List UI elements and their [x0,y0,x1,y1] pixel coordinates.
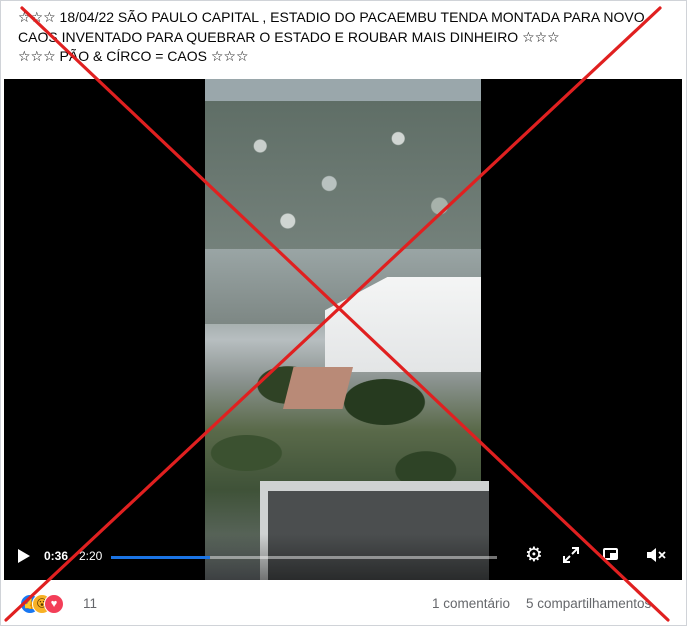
post-footer: 👍 😮 ♥ 11 1 comentário 5 compartilhamento… [0,588,687,622]
video-houses [205,101,481,251]
picture-in-picture-icon[interactable] [599,543,623,567]
progress-bar[interactable] [111,556,497,559]
comments-link[interactable]: 1 comentário [432,596,510,611]
reaction-icons[interactable]: 👍 😮 ♥ [20,594,78,614]
gear-icon[interactable]: ⚙ [522,543,546,567]
love-icon: ♥ [44,594,64,614]
video-player[interactable]: 0:36 2:20 ⚙ [4,79,682,580]
reaction-count[interactable]: 11 [83,596,97,611]
video-controls: 0:36 2:20 ⚙ [4,534,682,580]
video-frame [205,79,489,580]
shares-link[interactable]: 5 compartilhamentos [526,596,651,611]
video-trees [205,334,481,504]
play-icon[interactable] [18,549,30,563]
expand-icon[interactable] [559,543,583,567]
total-time: 2:20 [79,549,103,563]
progress-fill [111,556,211,559]
post-caption: ☆☆☆ 18/04/22 SÃO PAULO CAPITAL , ESTADIO… [18,9,645,64]
video-roof [283,367,353,409]
current-time: 0:36 [44,549,69,563]
video-sky [205,79,481,101]
mute-icon[interactable] [644,543,668,567]
